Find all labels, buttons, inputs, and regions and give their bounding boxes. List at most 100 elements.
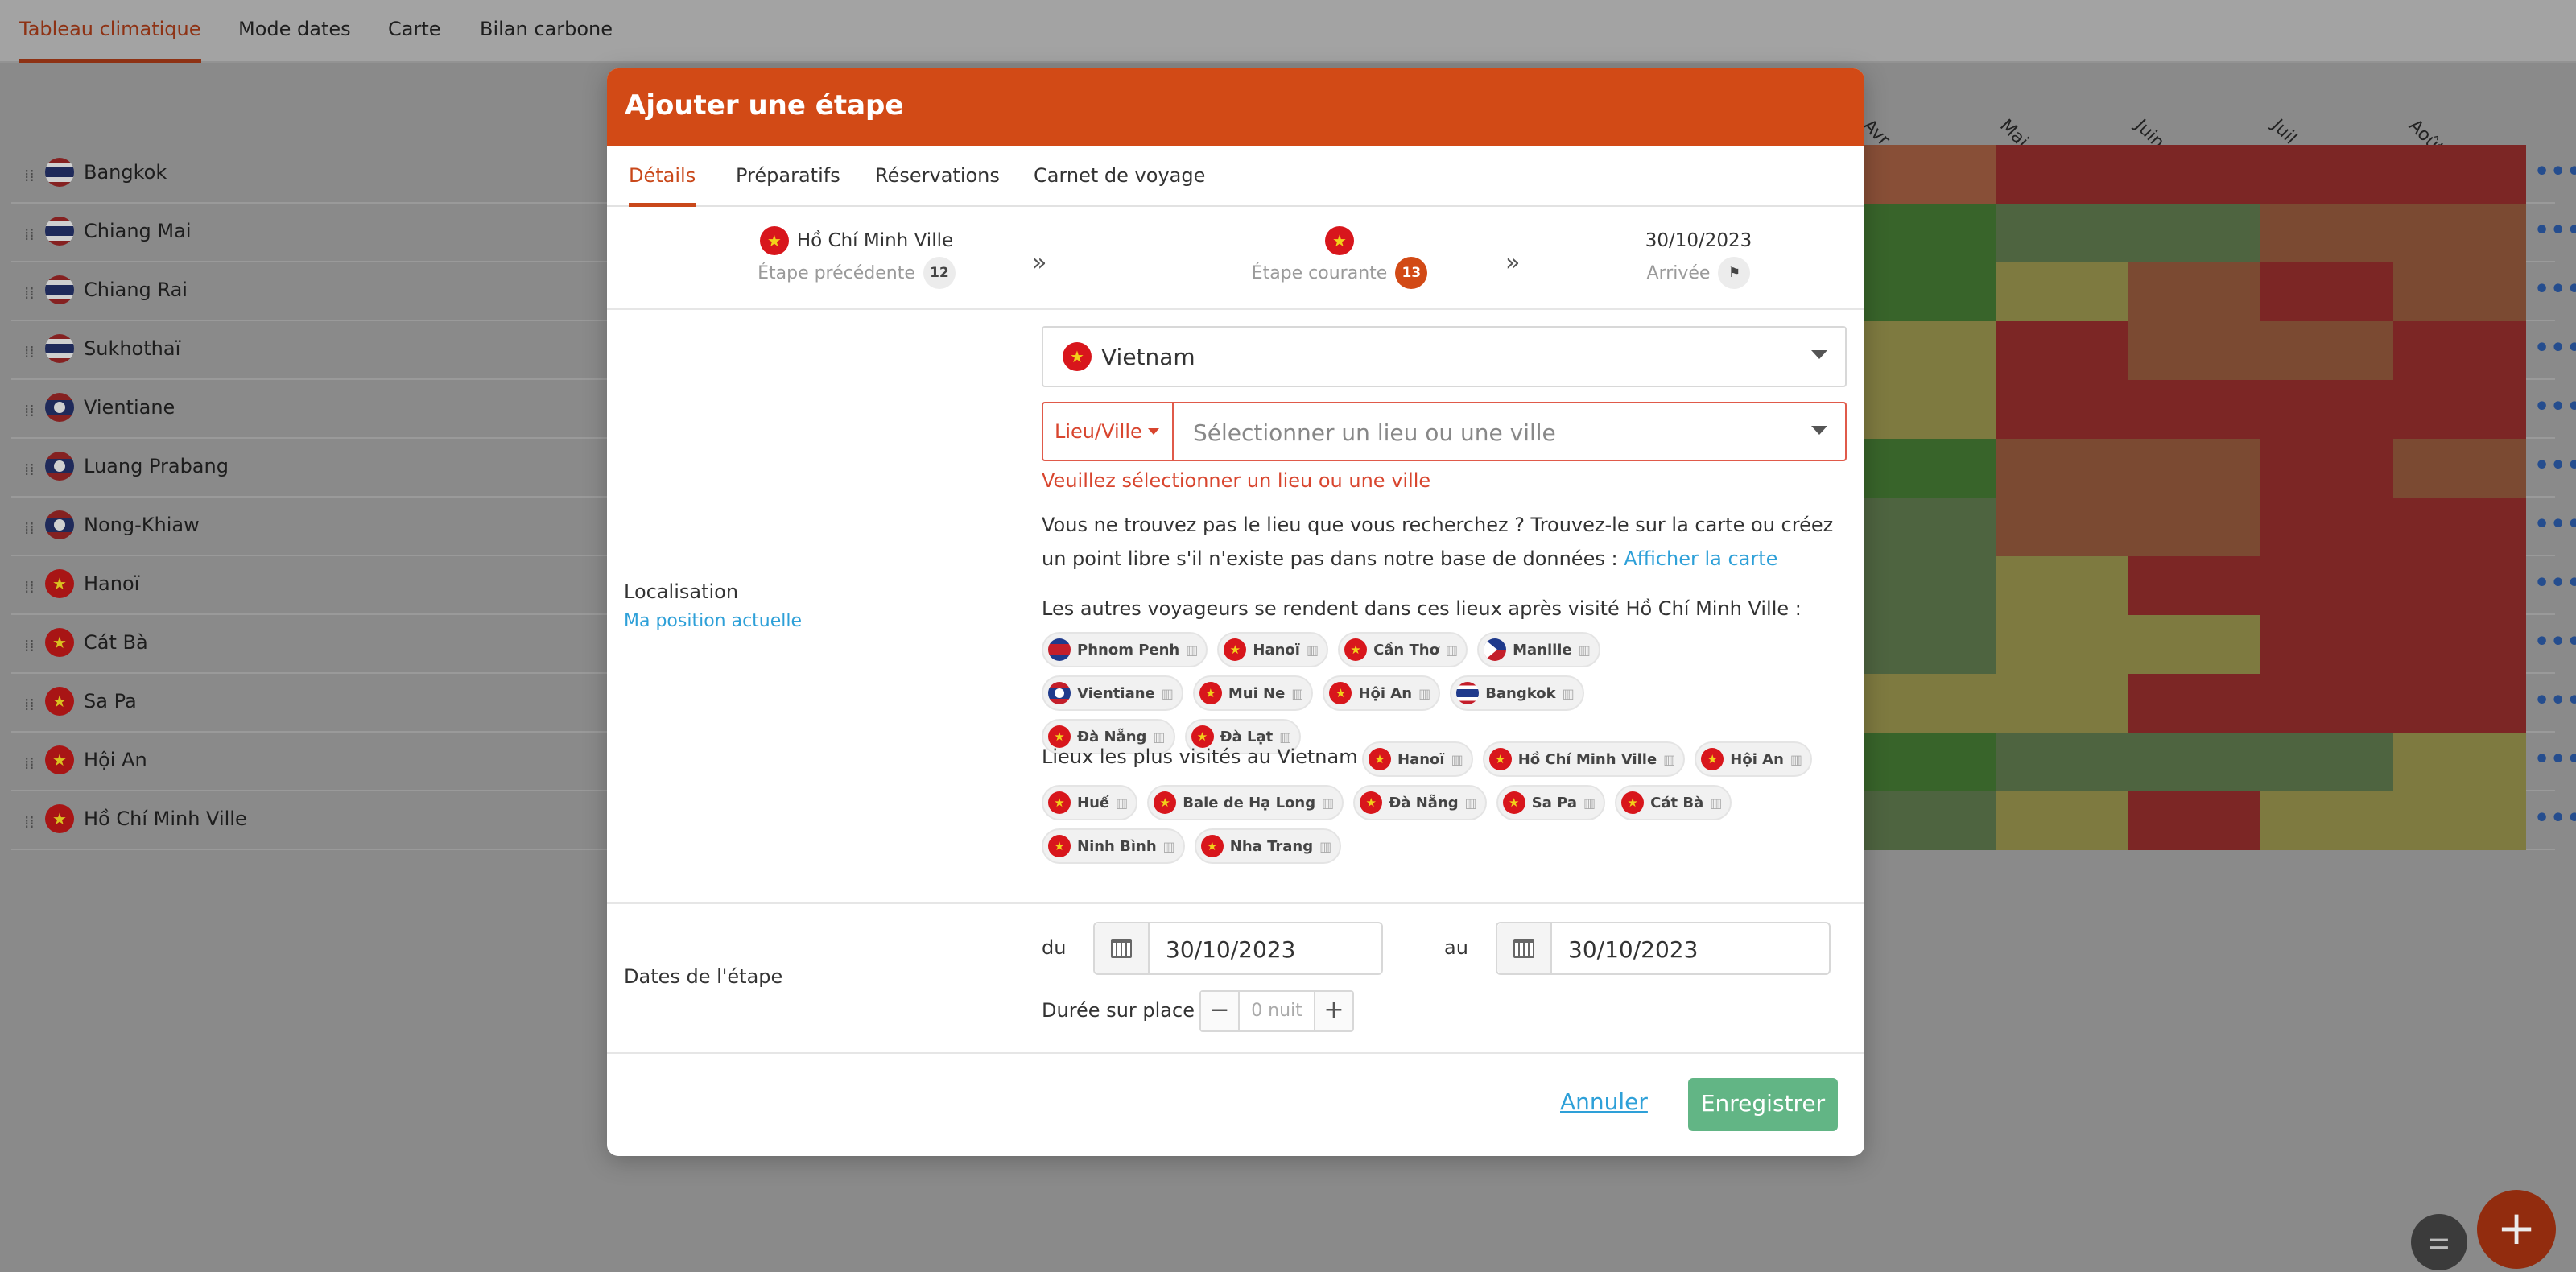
chevron-down-icon — [1811, 426, 1827, 435]
climate-cell — [1863, 615, 1996, 674]
other-travelers-places: Phnom Penh ▥ ★ Hanoï ▥ ★ Cần Thơ ▥ Manille ▥ Vient… — [1042, 632, 1621, 754]
climate-cell — [2260, 674, 2394, 733]
more-dots-icon[interactable]: ••• — [2534, 510, 2576, 539]
climate-cell — [2128, 204, 2261, 262]
country-select[interactable]: ★ Vietnam — [1042, 326, 1847, 387]
end-date-input[interactable]: 30/10/2023 — [1496, 922, 1831, 975]
more-dots-icon[interactable]: ••• — [2534, 452, 2576, 480]
climate-cell — [1863, 262, 1996, 321]
place-chip[interactable]: ★ Hồ Chí Minh Ville ▥ — [1482, 741, 1686, 777]
chip-spacer — [1042, 741, 1352, 777]
place-chip-label: Hanoï — [1397, 750, 1445, 768]
tab-map[interactable]: Carte — [388, 0, 441, 63]
place-chip[interactable]: ★ Hanoï ▥ — [1362, 741, 1473, 777]
arrival-date: 30/10/2023 — [1645, 230, 1752, 251]
more-dots-icon[interactable]: ••• — [2534, 334, 2576, 362]
drag-handle-icon[interactable]: ⁞⁞ — [24, 577, 35, 597]
vietnam-flag-icon: ★ — [1224, 638, 1247, 661]
climate-cell — [1995, 380, 2128, 439]
drag-handle-icon[interactable]: ⁞⁞ — [24, 401, 35, 420]
drag-handle-icon[interactable]: ⁞⁞ — [24, 695, 35, 714]
climate-cells — [1863, 674, 2526, 733]
climate-cell — [2128, 262, 2261, 321]
tab-carbon-footprint[interactable]: Bilan carbone — [480, 0, 613, 63]
drag-handle-icon[interactable]: ⁞⁞ — [24, 460, 35, 479]
tab-details[interactable]: Détails — [629, 146, 696, 207]
drag-handle-icon[interactable]: ⁞⁞ — [24, 812, 35, 832]
place-chip-label: Phnom Penh — [1077, 641, 1180, 659]
climate-cell — [1995, 615, 2128, 674]
place-chip[interactable]: Vientiane ▥ — [1042, 675, 1183, 711]
place-type-dropdown[interactable]: Lieu/Ville — [1043, 403, 1174, 460]
tab-climate-table[interactable]: Tableau climatique — [19, 0, 201, 63]
drag-handle-icon[interactable]: ⁞⁞ — [24, 342, 35, 361]
increment-button[interactable]: + — [1314, 992, 1352, 1030]
duration-value[interactable]: 0 nuit — [1240, 992, 1314, 1030]
place-chip-label: Huế — [1077, 794, 1110, 812]
more-dots-icon[interactable]: ••• — [2534, 628, 2576, 656]
climate-cell — [1863, 321, 1996, 380]
vietnam-flag-icon: ★ — [45, 745, 74, 774]
place-chip[interactable]: ★ Sa Pa ▥ — [1496, 785, 1606, 820]
building-icon: ▥ — [1418, 685, 1431, 701]
place-chip[interactable]: Manille ▥ — [1477, 632, 1600, 667]
drag-handle-icon[interactable]: ⁞⁞ — [24, 166, 35, 185]
place-chip[interactable]: ★ Hội An ▥ — [1323, 675, 1441, 711]
more-dots-icon[interactable]: ••• — [2534, 217, 2576, 245]
place-chip[interactable]: Bangkok ▥ — [1450, 675, 1584, 711]
more-dots-icon[interactable]: ••• — [2534, 569, 2576, 597]
place-chip[interactable]: ★ Nha Trang ▥ — [1194, 828, 1342, 864]
more-dots-icon[interactable]: ••• — [2534, 158, 2576, 186]
previous-step[interactable]: ★ Hồ Chí Minh Ville Étape précédente 12 — [687, 226, 1026, 291]
place-chip[interactable]: ★ Hội An ▥ — [1695, 741, 1813, 777]
more-dots-icon[interactable]: ••• — [2534, 745, 2576, 774]
add-step-button[interactable]: + — [2477, 1190, 2556, 1269]
place-chip[interactable]: ★ Ninh Bình ▥ — [1042, 828, 1185, 864]
drag-handle-icon[interactable]: ⁞⁞ — [24, 636, 35, 655]
place-select[interactable]: Lieu/Ville Sélectionner un lieu ou une v… — [1042, 402, 1847, 461]
building-icon: ▥ — [1583, 795, 1596, 811]
drag-handle-icon[interactable]: ⁞⁞ — [24, 225, 35, 244]
climate-cell — [2260, 145, 2394, 204]
calendar-icon[interactable] — [1497, 923, 1552, 973]
place-chip[interactable]: Phnom Penh ▥ — [1042, 632, 1208, 667]
current-step: ★ Étape courante 13 — [1170, 226, 1509, 291]
tab-dates-mode[interactable]: Mode dates — [238, 0, 351, 63]
building-icon: ▥ — [1306, 642, 1319, 658]
more-dots-icon[interactable]: ••• — [2534, 393, 2576, 421]
tab-travel-journal[interactable]: Carnet de voyage — [1034, 146, 1205, 207]
place-chip[interactable]: ★ Mui Ne ▥ — [1192, 675, 1314, 711]
show-map-link[interactable]: Afficher la carte — [1624, 547, 1777, 570]
destination-name: Sukhothaï — [84, 337, 181, 360]
place-chip[interactable]: ★ Hanoï ▥ — [1217, 632, 1329, 667]
decrement-button[interactable]: − — [1201, 992, 1240, 1030]
destination-name: Cát Bà — [84, 631, 148, 654]
climate-cell — [1863, 498, 1996, 556]
place-chip[interactable]: ★ Baie de Hạ Long ▥ — [1147, 785, 1344, 820]
start-date-input[interactable]: 30/10/2023 — [1093, 922, 1383, 975]
cancel-button[interactable]: Annuler — [1560, 1088, 1648, 1115]
destination-name: Bangkok — [84, 161, 167, 184]
more-dots-icon[interactable]: ••• — [2534, 275, 2576, 304]
building-icon: ▥ — [1322, 795, 1335, 811]
drag-handle-icon[interactable]: ⁞⁞ — [24, 518, 35, 538]
climate-cell — [1863, 674, 1996, 733]
calendar-icon[interactable] — [1095, 923, 1150, 973]
more-dots-icon[interactable]: ••• — [2534, 687, 2576, 715]
place-chip[interactable]: ★ Cần Thơ ▥ — [1338, 632, 1468, 667]
place-chip[interactable]: ★ Cát Bà ▥ — [1615, 785, 1732, 820]
climate-cell — [2128, 791, 2261, 850]
place-chip[interactable]: ★ Đà Nẵng ▥ — [1353, 785, 1487, 820]
tab-reservations[interactable]: Réservations — [875, 146, 1000, 207]
drag-handle-icon[interactable]: ⁞⁞ — [24, 283, 35, 303]
drag-handle-icon[interactable]: ⁞⁞ — [24, 754, 35, 773]
more-dots-icon[interactable]: ••• — [2534, 804, 2576, 832]
save-button[interactable]: Enregistrer — [1688, 1078, 1838, 1131]
climate-cell — [2260, 262, 2394, 321]
thailand-flag-icon — [45, 217, 74, 246]
sliders-icon[interactable]: ⚌ — [2411, 1214, 2467, 1270]
modal-tabs: Détails Préparatifs Réservations Carnet … — [607, 146, 1864, 207]
tab-preparations[interactable]: Préparatifs — [736, 146, 840, 207]
my-position-link[interactable]: Ma position actuelle — [624, 611, 802, 631]
place-chip[interactable]: ★ Huế ▥ — [1042, 785, 1138, 820]
